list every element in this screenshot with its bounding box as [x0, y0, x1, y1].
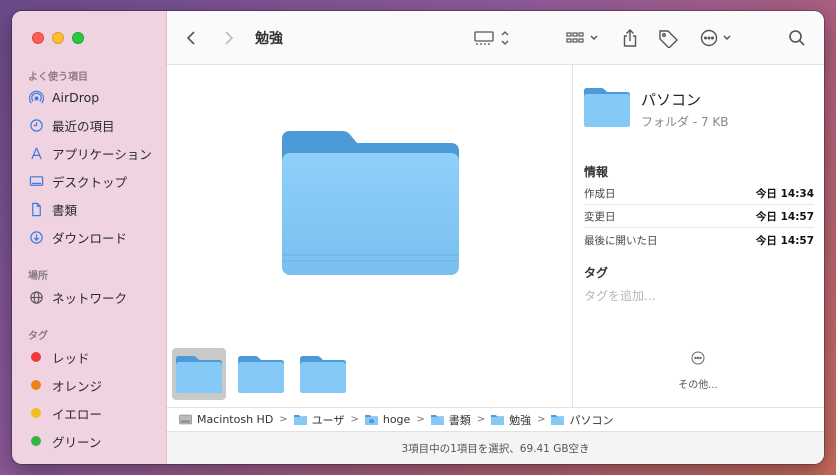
search-button[interactable] [788, 25, 806, 51]
folder-icon [551, 415, 565, 425]
folder-icon [238, 356, 284, 393]
folder-icon [176, 356, 222, 393]
view-mode-button[interactable] [473, 25, 513, 51]
window-title: 勉強 [255, 31, 283, 47]
thumbnail[interactable] [234, 348, 288, 400]
path-item-macintosh-hd[interactable]: Macintosh HD > [179, 413, 294, 426]
green-tag-dot [31, 436, 41, 446]
path-item-users[interactable]: ユーザ > [293, 412, 365, 428]
sidebar-item-documents[interactable]: 書類 [28, 198, 158, 220]
info-row-last-opened: 最後に開いた日 今日 14:57 [584, 234, 814, 247]
sidebar-item-label: グリーン [52, 434, 102, 450]
network-icon [28, 289, 44, 305]
sidebar-item-tag-yellow[interactable]: イエロー [28, 402, 158, 424]
clock-icon [28, 117, 44, 133]
sidebar-item-recents[interactable]: 最近の項目 [28, 114, 158, 136]
folder-icon [584, 87, 630, 131]
sidebar-item-tag-orange[interactable]: オレンジ [28, 374, 158, 396]
forward-button[interactable] [221, 25, 235, 51]
info-row-modified: 変更日 今日 14:57 [584, 206, 814, 228]
airdrop-icon [28, 89, 44, 105]
gallery-view [167, 65, 572, 407]
sidebar-item-downloads[interactable]: ダウンロード [28, 226, 158, 248]
sidebar-item-label: オレンジ [52, 378, 103, 394]
back-button[interactable] [185, 25, 199, 51]
folder-icon [430, 415, 444, 425]
toolbar: 勉強 [167, 11, 824, 65]
sidebar-item-label: デスクトップ [52, 174, 128, 190]
item-kind-size: フォルダ - 7 KB [641, 115, 729, 129]
search-icon [789, 30, 805, 46]
info-header: 情報 [584, 165, 609, 179]
home-folder-icon [364, 415, 378, 425]
tag-icon [659, 30, 678, 48]
more-button[interactable]: その他... [673, 351, 723, 391]
sidebar-item-network[interactable]: ネットワーク [28, 286, 158, 308]
sidebar-item-label: ダウンロード [52, 230, 128, 246]
hard-drive-icon [179, 414, 192, 425]
share-icon [623, 29, 637, 47]
folder-icon [491, 415, 505, 425]
tags-header: タグ [28, 331, 48, 342]
info-row-created: 作成日 今日 14:34 [584, 183, 814, 205]
sidebar-item-label: 最近の項目 [52, 118, 115, 134]
favorites-header: よく使う項目 [28, 72, 88, 83]
document-icon [28, 201, 44, 217]
thumbnail[interactable] [296, 348, 350, 400]
group-button[interactable] [565, 25, 603, 51]
orange-tag-dot [31, 380, 41, 390]
preview-folder-icon [282, 127, 460, 283]
action-menu-button[interactable] [699, 25, 737, 51]
path-item-study[interactable]: 勉強 > [491, 412, 551, 428]
chevron-left-icon [186, 31, 195, 45]
path-bar: Macintosh HD > ユーザ > hoge > 書類 > 勉強 > パソコン [167, 407, 824, 431]
grid-group-icon [566, 32, 598, 43]
preview-inspector: パソコン フォルダ - 7 KB 情報 作成日 今日 14:34 変更日 今日 … [572, 65, 824, 407]
sidebar-item-tag-red[interactable]: レッド [28, 346, 158, 368]
chevron-right-icon [225, 31, 234, 45]
red-tag-dot [31, 352, 41, 362]
ellipsis-circle-icon [700, 29, 731, 47]
more-label: その他... [678, 380, 718, 391]
sidebar-item-label: 書類 [52, 202, 78, 218]
item-name: パソコン [641, 91, 702, 109]
minimize-button[interactable] [52, 32, 64, 44]
status-bar: 3項目中の1項目を選択、69.41 GB空き [167, 431, 824, 464]
sidebar-item-airdrop[interactable]: AirDrop [28, 86, 158, 108]
sidebar-item-label: アプリケーション [52, 146, 152, 162]
close-button[interactable] [32, 32, 44, 44]
folder-icon [300, 356, 346, 393]
sidebar-item-label: レッド [52, 350, 90, 366]
thumbnail-strip [172, 348, 350, 400]
sidebar-item-label: AirDrop [52, 89, 100, 105]
ellipsis-circle-icon [691, 351, 705, 365]
sidebar-item-desktop[interactable]: デスクトップ [28, 170, 158, 192]
path-item-documents[interactable]: 書類 > [430, 412, 491, 428]
sidebar: よく使う項目 AirDrop 最近の項目 アプリケーション デスクトップ 書類 … [12, 11, 167, 464]
download-icon [28, 229, 44, 245]
thumbnail-selected[interactable] [172, 348, 226, 400]
tags-input[interactable]: タグを追加... [584, 287, 655, 304]
tags-header: タグ [584, 266, 609, 280]
locations-header: 場所 [28, 271, 48, 282]
yellow-tag-dot [31, 408, 41, 418]
folder-icon [293, 415, 307, 425]
path-item-home[interactable]: hoge > [364, 413, 431, 426]
gallery-view-icon [474, 31, 509, 45]
finder-window: よく使う項目 AirDrop 最近の項目 アプリケーション デスクトップ 書類 … [12, 11, 824, 464]
sidebar-item-label: ネットワーク [52, 290, 128, 306]
sidebar-item-label: イエロー [52, 406, 102, 422]
zoom-button[interactable] [72, 32, 84, 44]
window-controls [32, 32, 84, 44]
sidebar-item-applications[interactable]: アプリケーション [28, 142, 158, 164]
tag-button[interactable] [657, 25, 679, 51]
desktop-icon [28, 173, 44, 189]
applications-icon [28, 145, 44, 161]
path-item-pasokon[interactable]: パソコン [551, 412, 613, 428]
share-button[interactable] [622, 25, 638, 51]
sidebar-item-tag-green[interactable]: グリーン [28, 430, 158, 452]
